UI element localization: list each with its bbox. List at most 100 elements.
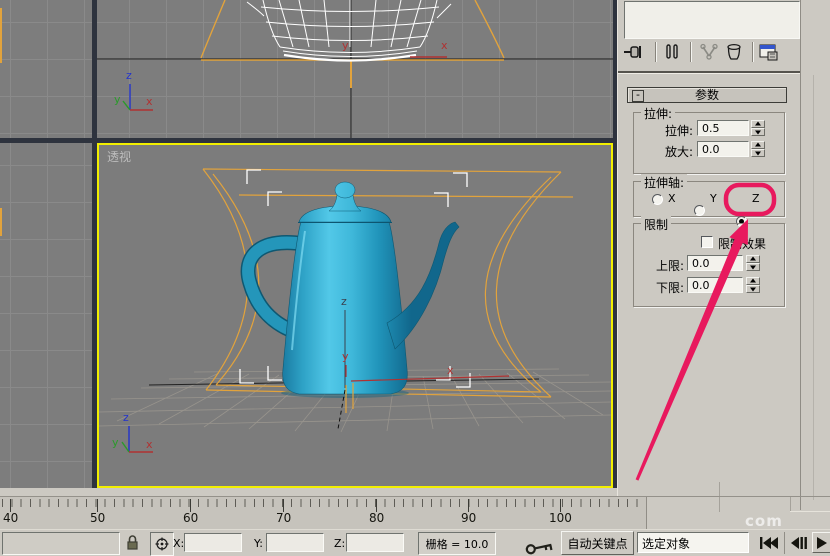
limit-effect-label[interactable]: 限制效果 <box>718 235 766 252</box>
gizmo-edge-fragment <box>0 8 2 63</box>
gizmo-edge-fragment <box>0 208 2 236</box>
panel-corner-line <box>790 511 830 512</box>
auto-key-button[interactable]: 自动关键点 <box>561 531 634 555</box>
parameters-rollout-header[interactable]: - 参数 <box>627 87 787 103</box>
front-viewport-canvas <box>97 0 613 138</box>
coord-y-field[interactable] <box>266 533 324 552</box>
show-end-result-button[interactable] <box>660 42 684 62</box>
stretch-amount-label: 拉伸: <box>664 124 693 138</box>
watermark: com <box>745 512 783 530</box>
toolbar-separator <box>752 42 753 62</box>
spinner-up-icon[interactable] <box>746 255 760 263</box>
stretch-axis-x-label[interactable]: X <box>668 192 676 205</box>
tripod-z-label: z <box>123 411 129 424</box>
coord-y-label: Y: <box>254 537 263 550</box>
tripod-y-label: y <box>112 436 119 449</box>
panel-edge-line <box>813 75 814 500</box>
stretch-axis-y-label[interactable]: Y <box>710 192 717 205</box>
object-y-label: y <box>342 350 349 363</box>
stretch-axis-z-label[interactable]: Z <box>752 192 760 205</box>
tick-label: 80 <box>369 511 385 525</box>
panel-separator <box>618 71 801 73</box>
viewport-bottom-left-partial[interactable] <box>0 143 92 488</box>
status-prompt-field <box>2 532 120 555</box>
playback-separator <box>784 532 785 554</box>
upper-limit-label: 上限: <box>655 259 684 273</box>
rollout-collapse-button[interactable]: - <box>632 89 644 102</box>
modifier-stack-listbox[interactable] <box>624 1 800 39</box>
show-end-result-icon <box>666 44 678 59</box>
viewport-top-left-partial[interactable] <box>0 0 92 138</box>
rollout-column-edge <box>719 482 720 512</box>
set-key-button[interactable] <box>524 538 556 556</box>
home-grid-axes <box>97 0 613 138</box>
viewport-front[interactable]: y x z y x <box>97 0 613 138</box>
spinner-down-icon[interactable] <box>751 128 765 136</box>
perspective-viewport-canvas <box>99 168 611 453</box>
amplify-label: 放大: <box>664 145 693 159</box>
selection-filter-value: 选定对象 <box>642 537 691 551</box>
coord-z-label: Z: <box>334 537 346 550</box>
lower-limit-label: 下限: <box>655 281 684 295</box>
play-button[interactable] <box>812 532 830 553</box>
make-unique-button[interactable] <box>697 42 721 62</box>
amplify-field[interactable]: 0.0 <box>697 141 749 157</box>
viewport-label: 透视 <box>107 150 132 164</box>
coord-x-field[interactable] <box>184 533 242 552</box>
tripod-x-label: x <box>146 438 153 451</box>
stretch-axis-x-radio[interactable] <box>652 194 663 205</box>
tripod-z-label: z <box>126 69 132 82</box>
gizmo-x-axis-label: x <box>441 39 448 52</box>
previous-frame-icon <box>791 537 807 549</box>
spinner-down-icon[interactable] <box>746 285 760 293</box>
gizmo-y-axis-label: y <box>342 39 349 52</box>
stretch-group-legend: 拉伸: <box>641 105 676 122</box>
go-to-start-icon <box>760 537 778 549</box>
max-application-window: y x z y x 透视 z y x z y x - 参数 拉伸: 拉伸: 0.… <box>0 0 830 556</box>
coord-z-field[interactable] <box>346 533 404 552</box>
play-icon <box>816 536 827 549</box>
selection-filter-dropdown[interactable]: 选定对象 <box>637 532 749 553</box>
spinner-down-icon[interactable] <box>751 149 765 157</box>
tick-label: 60 <box>183 511 199 525</box>
absolute-mode-icon <box>155 537 169 551</box>
spinner-down-icon[interactable] <box>746 263 760 271</box>
previous-frame-button[interactable] <box>788 534 810 552</box>
tick-label: 70 <box>276 511 292 525</box>
configure-modifier-sets-icon <box>759 44 778 60</box>
lower-limit-field[interactable]: 0.0 <box>687 277 743 293</box>
limit-effect-checkbox[interactable] <box>701 236 713 248</box>
make-unique-icon <box>700 43 718 60</box>
selection-lock-toggle[interactable] <box>126 534 139 551</box>
stretch-axis-y-radio[interactable] <box>694 205 705 216</box>
object-x-label: x <box>447 364 454 377</box>
trackbar-end-divider <box>646 497 647 530</box>
upper-limit-spinner[interactable] <box>746 255 760 271</box>
stretch-amount-spinner[interactable] <box>751 120 765 136</box>
pin-stack-button[interactable] <box>622 42 646 62</box>
tick-label: 90 <box>461 511 477 525</box>
spinner-up-icon[interactable] <box>751 120 765 128</box>
viewport-perspective[interactable]: 透视 z y x z y x <box>97 143 613 488</box>
absolute-mode-toggle[interactable] <box>150 532 174 556</box>
teapot-shaded <box>240 181 460 398</box>
track-bar[interactable]: 40 50 60 70 80 90 100 <box>0 497 646 530</box>
panel-edge-line <box>800 0 801 510</box>
lower-limit-spinner[interactable] <box>746 277 760 293</box>
spinner-up-icon[interactable] <box>746 277 760 285</box>
toolbar-separator <box>690 42 691 62</box>
amplify-spinner[interactable] <box>751 141 765 157</box>
lock-icon <box>127 535 138 550</box>
limits-legend: 限制 <box>641 216 672 233</box>
stretch-gizmo-front <box>200 0 505 88</box>
go-to-start-button[interactable] <box>757 534 781 552</box>
grid-size-display: 栅格 = 10.0 <box>418 532 496 555</box>
upper-limit-field[interactable]: 0.0 <box>687 255 743 271</box>
spinner-up-icon[interactable] <box>751 141 765 149</box>
stretch-axis-legend: 拉伸轴: <box>641 174 688 191</box>
tripod-y-label: y <box>114 93 121 106</box>
configure-modifier-sets-button[interactable] <box>757 42 781 62</box>
stretch-amount-field[interactable]: 0.5 <box>697 120 749 136</box>
remove-modifier-button[interactable] <box>722 42 746 62</box>
tripod-x-label: x <box>146 95 153 108</box>
